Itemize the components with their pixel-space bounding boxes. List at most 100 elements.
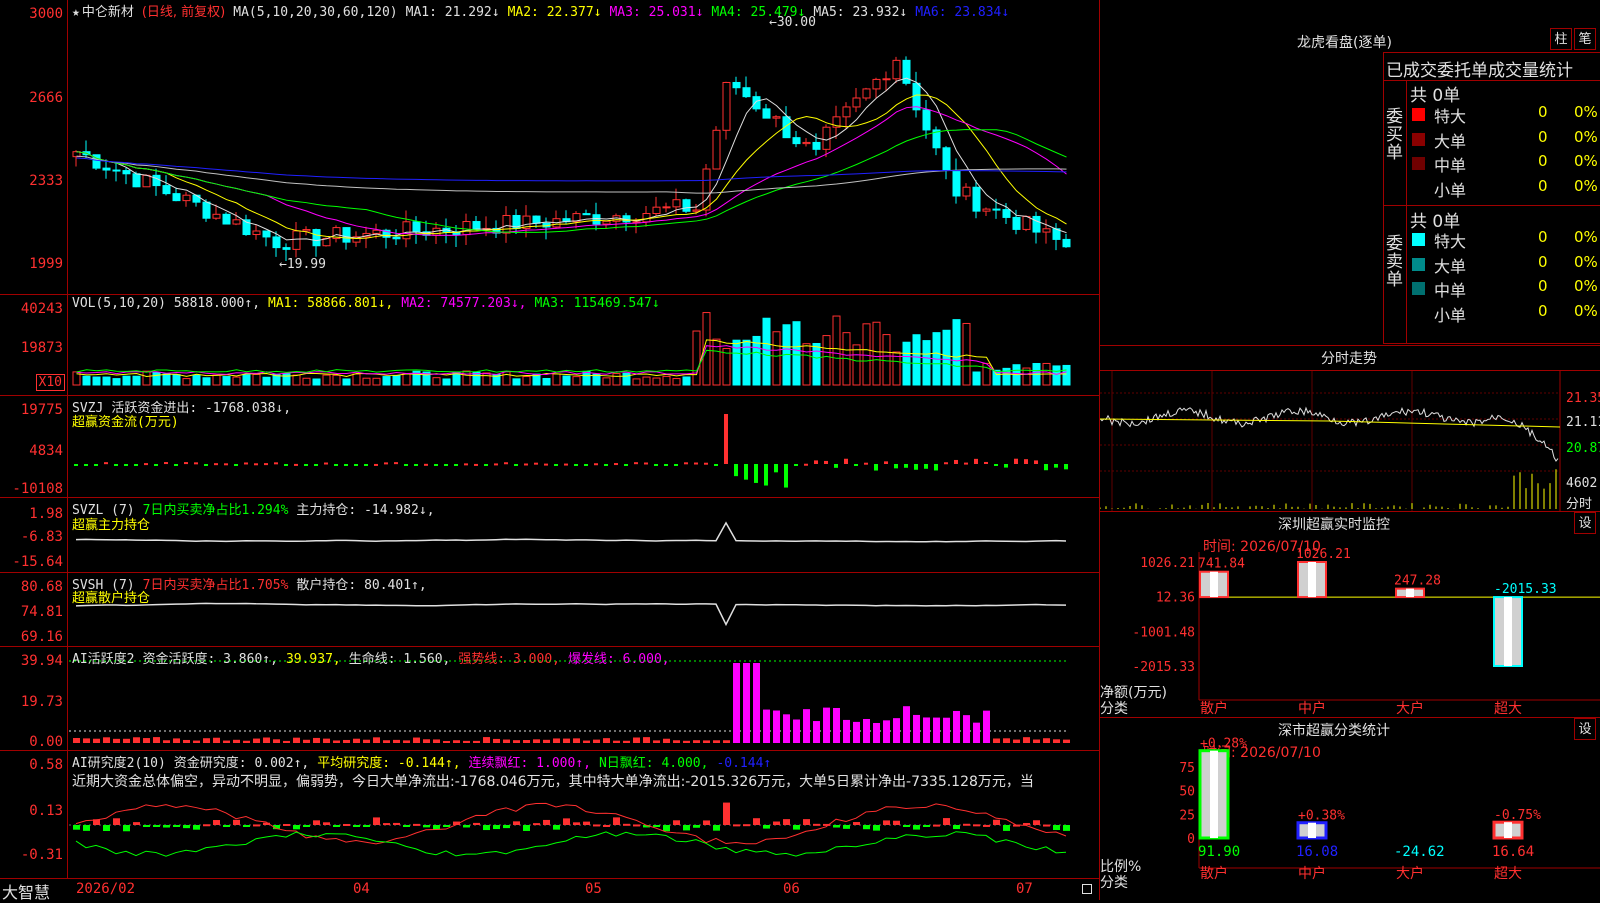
- volume-bar: [582, 370, 591, 386]
- price-pane[interactable]: 3000 2666 2333 1999 ★ 中仑新材 (日线, 前复权) MA(5,1…: [0, 0, 1099, 295]
- flow-bar: [674, 464, 678, 466]
- svzj-tick: 19775: [20, 402, 63, 418]
- research-bar: [833, 825, 840, 828]
- candle: [1042, 228, 1051, 233]
- active-bar: [933, 717, 940, 743]
- svzj-chart[interactable]: [69, 396, 1097, 497]
- ai-active-chart[interactable]: [69, 647, 1097, 750]
- sell-row-label: 特大: [1434, 232, 1467, 251]
- flow-bar: [434, 464, 438, 466]
- ai-research-pane[interactable]: 0.58 0.13 -0.31 AI研究度2(10) 资金研究度: 0.002↑,…: [0, 751, 1099, 878]
- research-bar: [383, 823, 390, 826]
- volume-bar: [442, 378, 451, 386]
- flow-bar: [574, 464, 578, 466]
- research-bar: [603, 824, 610, 827]
- candle: [142, 174, 151, 188]
- realtime-bar-chart[interactable]: 1026.21 12.36 -1001.48 -2015.33 741.84 散户 1026…: [1100, 512, 1600, 717]
- flow-bar: [154, 464, 158, 466]
- flow-bar: [354, 464, 358, 466]
- intraday-chart[interactable]: [1100, 371, 1600, 511]
- candle: [462, 221, 471, 236]
- research-bar: [343, 823, 350, 826]
- sell-row-pct: 0%: [1574, 301, 1598, 320]
- volume-bar: [292, 374, 301, 386]
- active-bar: [563, 738, 570, 743]
- research-bar: [123, 825, 130, 832]
- buy-row-pct: 0%: [1574, 152, 1598, 170]
- research-bar: [173, 825, 180, 827]
- research-bar: [613, 817, 620, 825]
- flow-bar: [254, 463, 258, 466]
- research-bar: [513, 821, 520, 825]
- candle: [892, 59, 901, 80]
- active-bar: [693, 740, 700, 743]
- app-logo[interactable]: 大智慧: [2, 879, 50, 903]
- intraday-panel[interactable]: 分时走势 21.35 21.11 20.87 4602 分时: [1100, 346, 1600, 512]
- active-bar: [543, 739, 550, 743]
- flow-bar: [704, 462, 708, 465]
- flow-bar: [344, 464, 348, 466]
- research-bar: [533, 823, 540, 826]
- flow-bar: [294, 463, 298, 466]
- ai-active-pane[interactable]: 39.94 19.73 0.00 AI活跃度2 资金活跃度: 3.860↑, 39.…: [0, 647, 1099, 751]
- classify-bar-chart[interactable]: 75 50 25 0 +0.28% 91.90 散户 +0.38% 16.08 中户 -24.62 大…: [1100, 718, 1600, 900]
- candle: [922, 109, 931, 131]
- rt-y-tick: -1001.48: [1132, 625, 1195, 640]
- tick-view-button[interactable]: 笔: [1574, 28, 1596, 50]
- intraday-price-tick: 21.35: [1566, 391, 1600, 406]
- column-view-button[interactable]: 柱: [1550, 28, 1572, 50]
- active-bar: [73, 738, 80, 743]
- sell-row-color-swatch: [1412, 257, 1425, 271]
- active-bar: [183, 739, 190, 743]
- candle: [912, 82, 921, 111]
- active-bar: [123, 738, 130, 743]
- ai-research-chart[interactable]: [69, 751, 1097, 877]
- cs-bar-highlight: [1308, 822, 1316, 838]
- candle: [262, 230, 271, 238]
- research-bar: [573, 822, 580, 825]
- volume-bar: [112, 378, 121, 386]
- flow-bar: [324, 462, 328, 465]
- volume-bar: [892, 351, 901, 386]
- flow-bar: [444, 464, 448, 466]
- research-bar: [373, 817, 380, 825]
- main-chart-area[interactable]: 3000 2666 2333 1999 ★ 中仑新材 (日线, 前复权) MA(5,1…: [0, 0, 1099, 903]
- svzj-tick: -10108: [12, 481, 63, 497]
- candle: [212, 213, 221, 219]
- volume-bar: [132, 375, 141, 386]
- active-bar: [703, 740, 710, 743]
- research-bar: [863, 825, 870, 830]
- lock-icon[interactable]: [1082, 884, 1092, 894]
- volume-bar: [612, 373, 621, 386]
- active-bar: [583, 740, 590, 743]
- volume-bar: [192, 374, 201, 386]
- research-bar: [593, 824, 600, 827]
- research-bar: [933, 824, 940, 827]
- svzl-pane[interactable]: 1.98 -6.83 -15.64 SVZL (7) 7日内买卖净占比1.294%…: [0, 498, 1099, 573]
- svzl-chart[interactable]: [69, 498, 1097, 572]
- volume-bar: [372, 377, 381, 386]
- ai-active-tick: 39.94: [20, 653, 63, 669]
- cs-value-label: -24.62: [1394, 844, 1445, 860]
- volume-chart[interactable]: [69, 295, 1097, 395]
- research-bar: [503, 825, 510, 829]
- svsh-pane[interactable]: 80.68 74.81 69.16 SVSH (7) 7日内买卖净占比1.705%…: [0, 573, 1099, 647]
- volume-pane[interactable]: 40243 19873 X10 VOL(5,10,20) 58818.000↑, M…: [0, 295, 1099, 396]
- flow-bar: [584, 464, 588, 466]
- volume-unit-badge: X10: [35, 374, 65, 391]
- high-marker: ←30.00: [769, 15, 816, 30]
- research-bar: [763, 825, 770, 829]
- research-bar: [543, 819, 550, 825]
- candle: [752, 96, 761, 110]
- active-bar: [923, 717, 930, 743]
- candlestick-chart[interactable]: ←30.00 ←19.99: [69, 0, 1097, 294]
- volume-bar: [402, 373, 411, 386]
- flow-bar: [714, 464, 718, 466]
- svzj-pane[interactable]: 19775 4834 -10108 SVZJ 活跃资金进出: -1768.038↓…: [0, 396, 1099, 498]
- cs-y-tick: 75: [1179, 761, 1195, 776]
- svsh-chart[interactable]: [69, 573, 1097, 646]
- classify-stats-panel[interactable]: 深市超赢分类统计 设 时间: 2026/07/10 75 50 25 0 +0.28% 9…: [1100, 718, 1600, 900]
- research-bar: [153, 825, 160, 827]
- realtime-monitor-panel[interactable]: 深圳超赢实时监控 设 时间: 2026/07/10 1026.21 12.36 -1…: [1100, 512, 1600, 718]
- flow-bar: [1034, 460, 1038, 464]
